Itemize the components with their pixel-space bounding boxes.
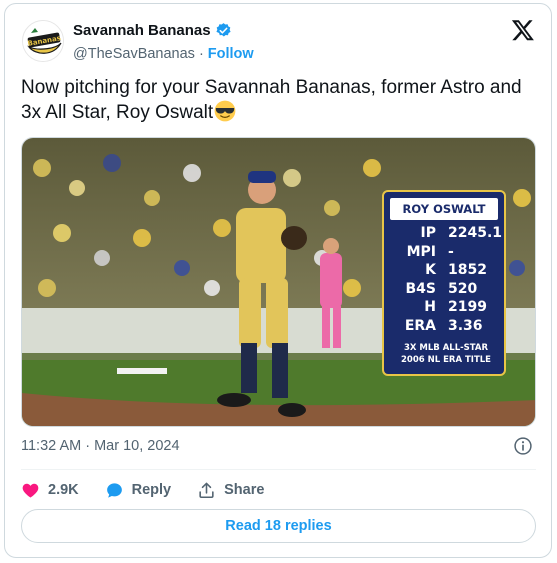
speech-bubble-icon [106,482,122,498]
stat-row: B4S 520 [392,280,500,299]
reply-label: Reply [131,482,172,498]
x-logo-icon[interactable] [511,18,535,42]
tweet-card: Bananas Savannah Bananas @TheSavBananas … [4,3,552,558]
stat-value: 2199 [448,299,487,316]
read-replies-button[interactable]: Read 18 replies [21,509,536,543]
verified-badge-icon [215,23,231,37]
stat-row: MPI - [392,243,500,262]
tweet-text-block: Now pitching for your Savannah Bananas, … [21,76,536,125]
author-handle[interactable]: @TheSavBananas [73,46,195,62]
stat-value: 1852 [448,262,487,279]
stat-label: B4S [405,280,437,297]
stat-label: IP [420,225,436,241]
tweet-media-image[interactable]: ROY OSWALT IP 2245.1 MPI - K 1852 B4S 52… [21,137,536,427]
like-count: 2.9K [48,482,79,498]
share-button[interactable]: Share [197,481,264,500]
player-stat-card: ROY OSWALT IP 2245.1 MPI - K 1852 B4S 52… [382,190,506,376]
stat-value: - [448,243,454,260]
stat-label: K [425,262,436,279]
bananas-logo-icon: Bananas [23,21,63,61]
follow-button[interactable]: Follow [208,46,254,62]
divider [21,469,536,470]
sunglasses-face-icon [214,100,236,122]
stat-row: ERA 3.36 [392,317,500,336]
share-label: Share [224,482,265,498]
stat-card-title: ROY OSWALT [390,198,498,220]
stat-label: H [424,299,436,316]
author-name-row: Savannah Bananas [73,22,232,39]
heart-icon [22,483,39,498]
stat-rows: IP 2245.1 MPI - K 1852 B4S 520 H 2199 ER… [392,224,503,336]
stat-label: ERA [404,317,436,334]
stat-row: IP 2245.1 [392,224,503,243]
reply-button[interactable]: Reply [105,481,172,500]
stat-label: MPI [406,243,436,260]
share-upload-icon [199,482,214,498]
stat-value: 520 [448,280,478,297]
stat-card-footer: 3X MLB ALL-STAR 2006 NL ERA TITLE [388,342,504,366]
tweet-text: Now pitching for your Savannah Bananas, … [21,77,522,123]
author-avatar[interactable]: Bananas [22,20,64,62]
stat-value: 2245.1 [448,225,503,241]
tweet-actions: 2.9K Reply Share [21,477,290,503]
tweet-timestamp[interactable]: 11:32 AM · Mar 10, 2024 [21,438,180,454]
like-button[interactable]: 2.9K [21,481,79,500]
info-icon[interactable] [513,436,533,456]
stat-row: K 1852 [392,261,500,280]
stat-value: 3.36 [448,317,483,334]
handle-separator: · [198,46,204,62]
stat-footer-line2: 2006 NL ERA TITLE [401,355,491,365]
stat-footer-line1: 3X MLB ALL-STAR [403,343,489,353]
author-display-name[interactable]: Savannah Bananas [73,22,211,39]
author-handle-row: @TheSavBananas · Follow [73,46,254,62]
stat-row: H 2199 [392,298,500,317]
